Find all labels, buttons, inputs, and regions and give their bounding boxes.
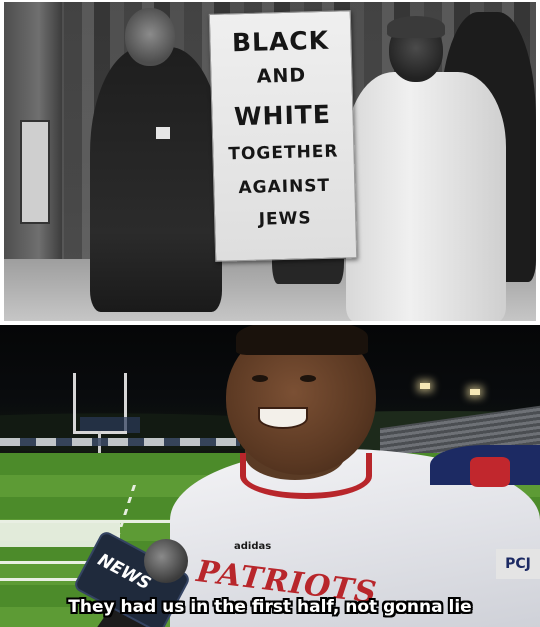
top-photo: BLACK AND WHITE TOGETHER AGAINST JEWS	[4, 2, 536, 321]
placard-line: BLACK	[231, 25, 330, 58]
bottom-photo: adidas PATRIOTS PCJ NEWS They had us in …	[0, 325, 540, 627]
placard-line: JEWS	[258, 208, 312, 230]
goal-post	[73, 373, 76, 433]
jersey-brand-logo: adidas	[234, 541, 272, 552]
window-sign	[20, 120, 50, 224]
placard-line: WHITE	[233, 99, 332, 132]
marcher-left-head	[125, 8, 175, 66]
player-hair	[236, 325, 368, 355]
player-eye	[300, 375, 316, 382]
marcher-left-badge	[156, 127, 170, 139]
sideline-boards	[0, 438, 240, 446]
microphone-icon	[144, 539, 188, 583]
placard-line: AGAINST	[238, 175, 331, 199]
placard-line: TOGETHER	[228, 141, 339, 165]
player-smile	[258, 407, 308, 429]
protest-placard: BLACK AND WHITE TOGETHER AGAINST JEWS	[208, 10, 358, 262]
marcher-right	[346, 72, 506, 321]
marcher-left	[90, 47, 222, 312]
player-eye	[252, 375, 268, 382]
placard-line: AND	[256, 64, 307, 88]
stadium-light	[420, 383, 430, 389]
stadium-light	[470, 389, 480, 395]
marcher-right-hat	[387, 16, 445, 38]
meme-caption: They had us in the first half, not gonna…	[68, 597, 472, 617]
jersey-number-patch	[470, 457, 510, 487]
sleeve-patch: PCJ	[496, 549, 540, 579]
